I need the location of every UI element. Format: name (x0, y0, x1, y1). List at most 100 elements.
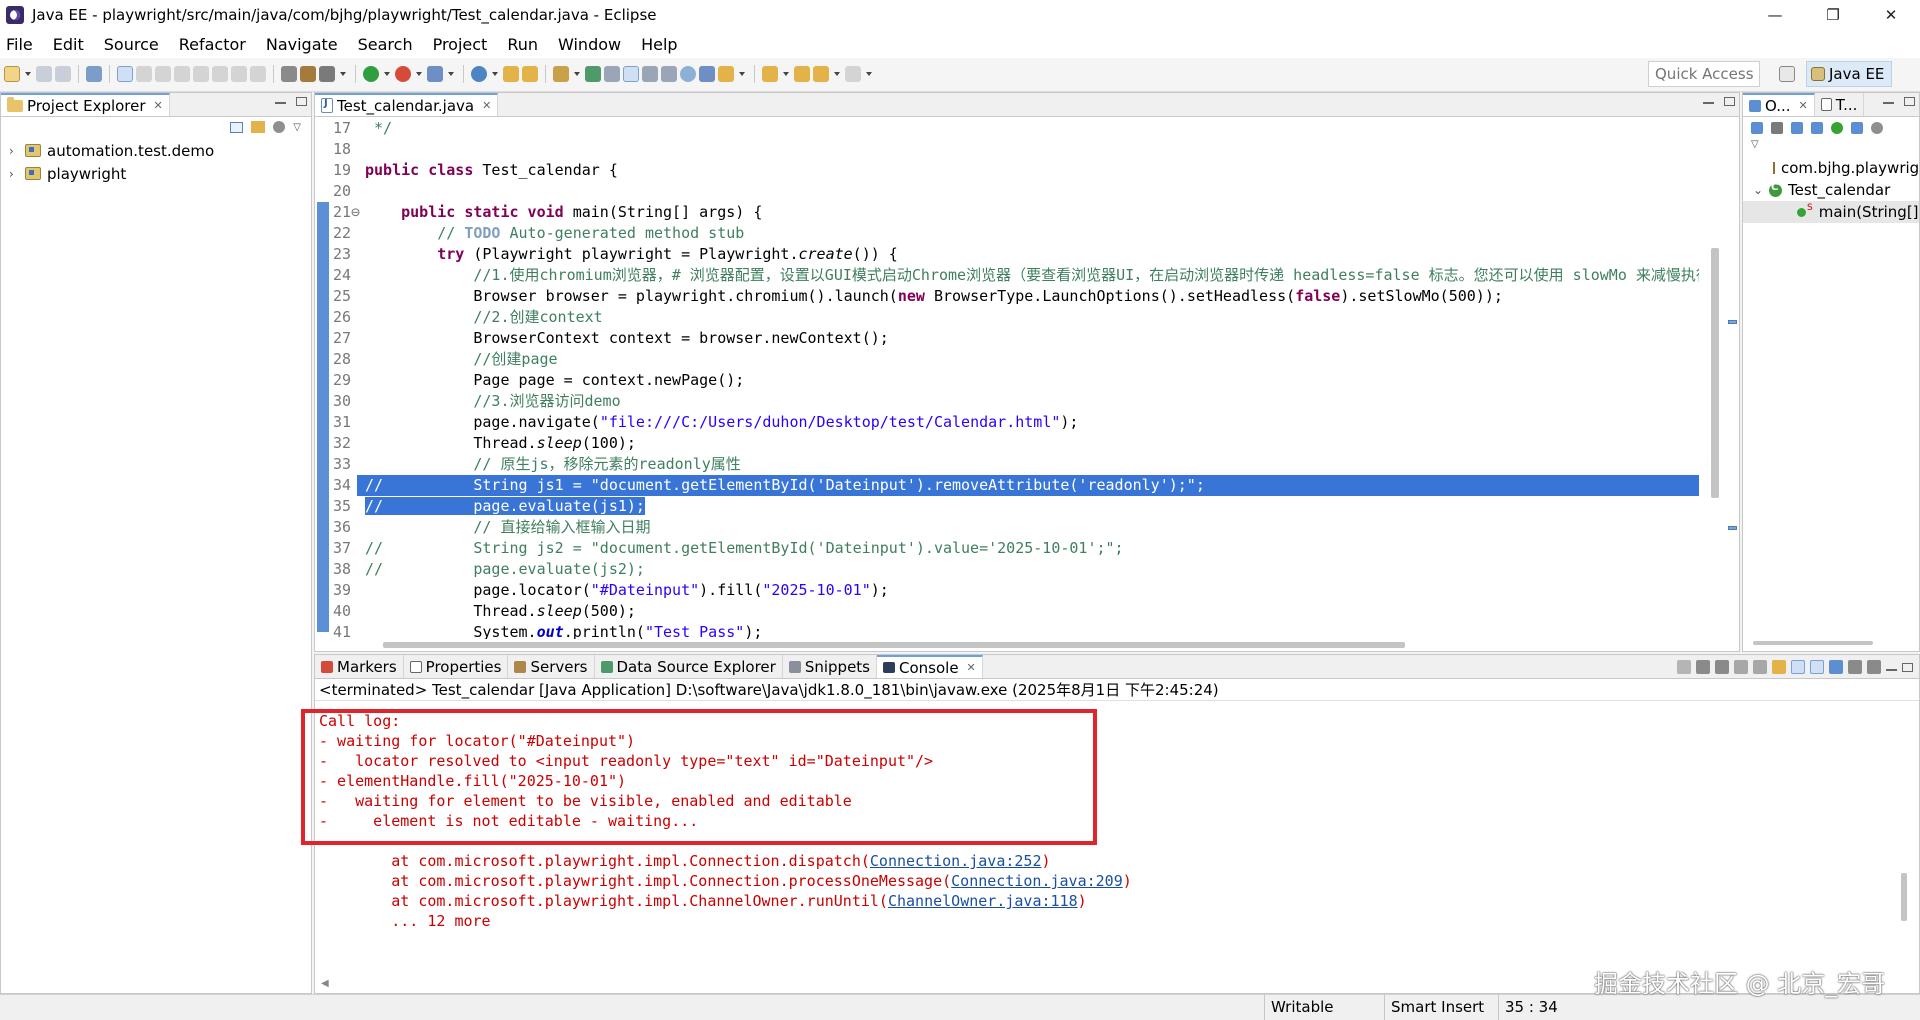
code-line[interactable]: 39 page.locator("#Dateinput").fill("2025… (329, 580, 1699, 601)
code-line[interactable]: 24 //1.使用chromium浏览器，# 浏览器配置，设置以GUI模式启动C… (329, 265, 1699, 286)
chevron-down-icon[interactable]: ⌄ (1753, 183, 1763, 197)
java-ee-perspective-button[interactable]: Java EE (1806, 61, 1892, 87)
globe-icon[interactable] (680, 66, 696, 82)
code-area[interactable]: 17 */ 18 19 public class Test_calendar { … (315, 118, 1739, 651)
minimize-view-icon[interactable] (1883, 102, 1894, 104)
editor-horizontal-scrollbar[interactable] (315, 639, 1699, 651)
terminate-icon[interactable] (174, 66, 190, 82)
run-icon[interactable] (363, 66, 379, 82)
web-browser-icon[interactable] (699, 66, 715, 82)
code-line[interactable]: 37// String js2 = "document.getElementBy… (329, 538, 1699, 559)
annotation-icon[interactable] (585, 66, 601, 82)
console-vertical-scrollbar[interactable] (1901, 873, 1907, 921)
forward-dropdown-icon[interactable] (866, 72, 872, 76)
server-icon[interactable] (281, 66, 297, 82)
code-line[interactable]: 38// page.evaluate(js2); (329, 559, 1699, 580)
tab-task-list[interactable]: T... (1815, 93, 1865, 116)
code-line[interactable]: 21⊖ public static void main(String[] arg… (329, 202, 1699, 223)
suspend-icon[interactable] (155, 66, 171, 82)
last-edit-icon[interactable] (794, 66, 810, 82)
word-wrap-icon[interactable] (1772, 660, 1786, 674)
menu-search[interactable]: Search (358, 35, 413, 54)
code-line-selected[interactable]: 34// String js1 = "document.getElementBy… (329, 475, 1699, 496)
link-with-editor-icon[interactable] (251, 121, 266, 133)
code-line[interactable]: 40 Thread.sleep(500); (329, 601, 1699, 622)
code-line[interactable]: 25 Browser browser = playwright.chromium… (329, 286, 1699, 307)
code-line[interactable]: 18 (329, 139, 1699, 160)
menu-refactor[interactable]: Refactor (179, 35, 246, 54)
search-tool-icon[interactable] (553, 66, 569, 82)
prev-edit-dropdown-icon[interactable] (783, 72, 789, 76)
close-icon[interactable]: ✕ (154, 99, 163, 112)
show-whitespace-icon[interactable] (661, 66, 677, 82)
stack-link[interactable]: ChannelOwner.java:118 (888, 892, 1078, 910)
tab-properties[interactable]: Properties (404, 655, 509, 678)
show-on-output-icon[interactable] (1791, 660, 1805, 674)
menu-edit[interactable]: Edit (53, 35, 84, 54)
next-annotation-dropdown-icon[interactable] (739, 72, 745, 76)
menu-window[interactable]: Window (558, 35, 621, 54)
outline-item-package[interactable]: com.bjhg.playwright (1743, 157, 1919, 179)
forward-icon[interactable] (845, 66, 861, 82)
view-menu-icon[interactable]: ▽ (293, 122, 301, 133)
code-lines[interactable]: 17 */ 18 19 public class Test_calendar { … (329, 118, 1699, 643)
run-dropdown-icon[interactable] (384, 72, 390, 76)
code-line[interactable]: 28 //创建page (329, 349, 1699, 370)
external-dropdown-icon[interactable] (448, 72, 454, 76)
quick-access-input[interactable] (1648, 61, 1760, 87)
maximize-view-icon[interactable] (1904, 97, 1915, 106)
new-java-dropdown-icon[interactable] (492, 72, 498, 76)
tab-snippets[interactable]: Snippets (783, 655, 877, 678)
resume-icon[interactable] (136, 66, 152, 82)
maximize-view-icon[interactable] (296, 97, 307, 106)
close-icon[interactable]: ✕ (1799, 99, 1808, 112)
tab-markers[interactable]: Markers (315, 655, 404, 678)
tab-project-explorer[interactable]: Project Explorer ✕ (1, 93, 170, 116)
open-console-icon[interactable] (1867, 660, 1881, 674)
terminate-icon[interactable] (1677, 660, 1691, 674)
mark-occurrences-icon[interactable] (623, 66, 639, 82)
code-line[interactable]: 29 Page page = context.newPage(); (329, 370, 1699, 391)
minimize-view-icon[interactable] (1886, 668, 1897, 671)
hide-fields-icon[interactable] (1791, 122, 1803, 134)
stack-link[interactable]: Connection.java:209 (951, 872, 1123, 890)
tool-dropdown-icon[interactable] (340, 72, 346, 76)
code-line[interactable]: 30 //3.浏览器访问demo (329, 391, 1699, 412)
gear-tool-icon[interactable] (319, 66, 335, 82)
minimize-editor-icon[interactable] (1703, 102, 1714, 104)
maximize-editor-icon[interactable] (1724, 97, 1735, 106)
tab-test-calendar-java[interactable]: Test_calendar.java ✕ (315, 93, 499, 116)
close-icon[interactable]: ✕ (967, 661, 976, 674)
terminal-icon[interactable] (86, 66, 102, 82)
editor-vertical-scrollbar[interactable] (1705, 118, 1727, 651)
menu-help[interactable]: Help (641, 35, 677, 54)
search-dropdown-icon[interactable] (574, 72, 580, 76)
skip-breakpoints-icon[interactable] (117, 66, 133, 82)
debug-dropdown-icon[interactable] (416, 72, 422, 76)
tree-item-playwright[interactable]: › playwright (1, 162, 311, 185)
tab-outline[interactable]: O... ✕ (1743, 93, 1815, 116)
menu-run[interactable]: Run (507, 35, 538, 54)
maximize-view-icon[interactable] (1902, 662, 1913, 672)
menu-source[interactable]: Source (104, 35, 159, 54)
remove-launch-icon[interactable] (1696, 660, 1710, 674)
sort-icon[interactable] (1771, 122, 1783, 134)
filter-icon[interactable] (1871, 122, 1883, 134)
new-java-project-icon[interactable] (471, 66, 487, 82)
external-tools-icon[interactable] (427, 66, 443, 82)
save-all-icon[interactable] (55, 66, 71, 82)
stack-link[interactable]: Connection.java:252 (870, 852, 1042, 870)
code-line[interactable]: 20 (329, 181, 1699, 202)
close-window-button[interactable]: ✕ (1862, 0, 1920, 30)
console-output[interactable]: Call log: - waiting for locator("#Datein… (301, 703, 1919, 993)
chevron-right-icon[interactable]: › (9, 144, 19, 158)
outline-scrollbar[interactable] (1753, 641, 1873, 645)
close-icon[interactable]: ✕ (482, 99, 491, 112)
code-line[interactable]: 33 // 原生js，移除元素的readonly属性 (329, 454, 1699, 475)
step-over-icon[interactable] (231, 66, 247, 82)
code-line[interactable]: 32 Thread.sleep(100); (329, 433, 1699, 454)
remove-all-icon[interactable] (1715, 660, 1729, 674)
code-line[interactable]: 36 // 直接给输入框输入日期 (329, 517, 1699, 538)
show-on-error-icon[interactable] (1810, 660, 1824, 674)
next-annotation-icon[interactable] (718, 66, 734, 82)
